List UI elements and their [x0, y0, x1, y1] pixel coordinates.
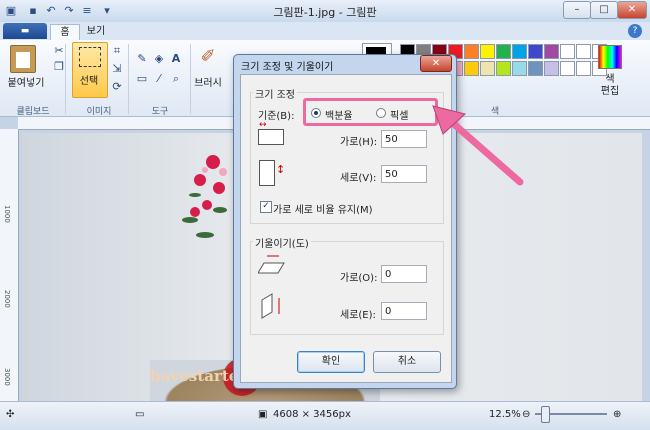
eraser-icon[interactable]: ▭ [135, 72, 149, 86]
highlight-box [303, 98, 438, 126]
window-title: 그림판-1.jpg - 그림판 [273, 6, 377, 19]
ruler-mark: 1000 [3, 205, 11, 223]
skew-section-label: 기울이기(도) [253, 235, 311, 250]
zoom-level: 12.5% [489, 409, 521, 420]
keep-ratio-label[interactable]: 가로 세로 비율 유지(M) [273, 201, 373, 216]
cancel-button[interactable]: 취소 [373, 351, 441, 373]
color-swatch[interactable] [480, 44, 495, 59]
vertical-input[interactable]: 50 [381, 165, 427, 183]
help-icon[interactable]: ? [628, 24, 642, 38]
paste-button[interactable]: 붙여넣기 [6, 74, 46, 89]
brush-icon[interactable]: ✐ [196, 45, 220, 69]
color-swatch[interactable] [528, 61, 543, 76]
pencil-icon[interactable]: ✎ [135, 52, 149, 66]
skew-horizontal-input[interactable]: 0 [381, 265, 427, 283]
color-picker-icon[interactable]: ⁄ [152, 72, 166, 86]
group-clipboard: 클립보드 [16, 107, 50, 117]
separator [65, 44, 66, 114]
color-swatch[interactable] [464, 44, 479, 59]
tab-home[interactable]: 홈 [50, 24, 80, 41]
skew-horizontal-label: 가로(O): [340, 273, 378, 284]
color-swatch[interactable] [464, 61, 479, 76]
fill-icon[interactable]: ◈ [152, 52, 166, 66]
dialog-title: 크기 조정 및 기울이기 [241, 62, 334, 73]
maximize-button[interactable]: □ [590, 1, 618, 19]
selection-size-icon: ▭ [135, 409, 145, 420]
file-menu-button[interactable]: ▬ [3, 23, 47, 39]
ok-button[interactable]: 확인 [297, 351, 365, 373]
group-tools: 도구 [151, 107, 169, 117]
rotate-icon[interactable]: ⟳ [110, 80, 124, 94]
ruler-mark: 2000 [3, 290, 11, 308]
close-button[interactable]: ✕ [617, 1, 647, 19]
minimize-button[interactable]: – [563, 1, 591, 19]
vertical-resize-icon [259, 160, 275, 186]
image-dimensions: 4608 × 3456px [273, 409, 351, 420]
color-swatch[interactable] [480, 61, 495, 76]
edit-colors-button[interactable]: 색 편집 [596, 74, 624, 98]
select-label: 선택 [79, 76, 99, 87]
cut-icon[interactable]: ✂ [52, 44, 66, 58]
color-swatch[interactable] [512, 44, 527, 59]
color-swatch[interactable] [544, 44, 559, 59]
zoom-out-button[interactable]: ⊖ [522, 409, 530, 420]
group-image: 이미지 [86, 107, 112, 117]
color-swatch[interactable] [544, 61, 559, 76]
color-swatch[interactable] [496, 44, 511, 59]
skew-vertical-input[interactable]: 0 [381, 302, 427, 320]
color-swatch[interactable] [576, 61, 591, 76]
skew-vertical-label: 세로(E): [340, 310, 376, 321]
dialog-close-button[interactable]: ✕ [420, 55, 452, 72]
horizontal-skew-icon [258, 255, 285, 274]
color-swatch[interactable] [528, 44, 543, 59]
select-icon [79, 47, 101, 67]
ruler-left [0, 129, 19, 401]
zoom-in-button[interactable]: ⊕ [613, 409, 621, 420]
horizontal-label: 가로(H): [340, 137, 378, 148]
color-swatch[interactable] [576, 44, 591, 59]
vertical-label: 세로(V): [340, 173, 377, 184]
edit-colors-icon[interactable] [598, 45, 622, 69]
color-swatch[interactable] [512, 61, 527, 76]
brush-button[interactable]: 브러시 [190, 74, 226, 89]
tab-view[interactable]: 보기 [82, 24, 110, 40]
cursor-position-icon: ✣ [6, 409, 15, 420]
color-swatch[interactable] [560, 44, 575, 59]
horizontal-input[interactable]: 50 [381, 130, 427, 148]
color-swatch[interactable] [496, 61, 511, 76]
magnifier-icon[interactable]: ⌕ [169, 72, 183, 86]
text-icon[interactable]: A [169, 52, 183, 66]
image-size-icon: ▣ [258, 409, 268, 420]
edit-colors-label: 색 편집 [600, 74, 620, 97]
horizontal-resize-icon [258, 129, 284, 145]
keep-ratio-checkbox[interactable]: ✓ [260, 201, 272, 213]
pointer-arrow [432, 105, 524, 186]
resize-section-label: 크기 조정 [253, 86, 297, 101]
crop-icon[interactable]: ⌗ [110, 44, 124, 58]
ruler-mark: 3000 [3, 368, 11, 386]
zoom-slider-thumb[interactable] [541, 406, 550, 423]
vertical-arrow-icon: ↕ [276, 163, 286, 176]
vertical-skew-icon [261, 293, 280, 319]
copy-icon[interactable]: ❐ [52, 60, 66, 74]
resize-icon[interactable]: ⇲ [110, 62, 124, 76]
paste-icon[interactable] [10, 45, 36, 73]
color-swatch[interactable] [560, 61, 575, 76]
separator [128, 44, 129, 114]
